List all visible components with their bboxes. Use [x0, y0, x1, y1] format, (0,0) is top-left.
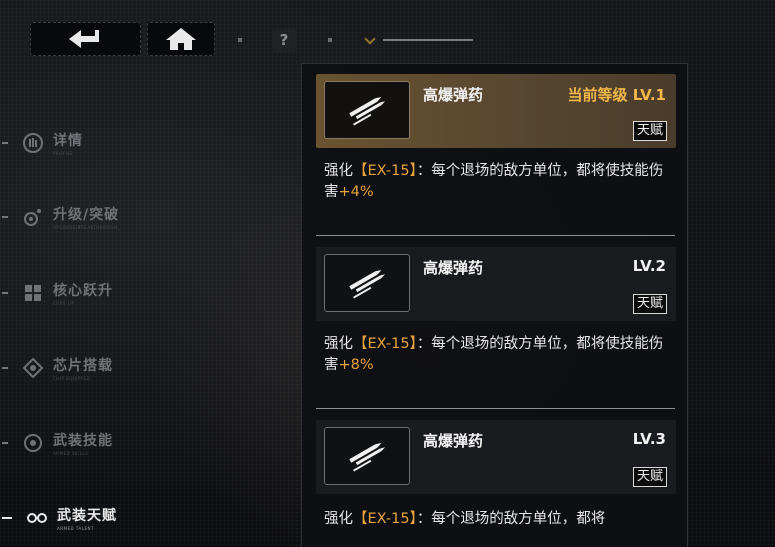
- sidebar-marker: [2, 292, 8, 294]
- talent-card-lv3[interactable]: 高爆弹药 LV.3 天赋: [316, 420, 676, 494]
- desc-highlight: 【EX-15】: [353, 511, 417, 527]
- separator-dot: [328, 38, 332, 42]
- ammo-icon: [324, 254, 410, 312]
- divider: [316, 408, 675, 409]
- talent-description: 强化【EX-15】：每个退场的敌方单位，都将使技能伤害+4%: [324, 161, 669, 203]
- chip-icon: [22, 357, 44, 379]
- sidebar-item-sublabel: CHIP EQUIPPED: [53, 376, 91, 381]
- sidebar-item-label: 升级/突破: [53, 207, 120, 223]
- talent-name: 高爆弹药: [423, 259, 484, 277]
- sidebar-item-label: 武装天赋: [57, 508, 117, 524]
- top-bar: ?: [0, 0, 775, 70]
- desc-highlight: 【EX-15】: [353, 163, 417, 179]
- talent-name: 高爆弹药: [423, 86, 484, 104]
- talent-description: 强化【EX-15】：每个退场的敌方单位，都将: [324, 509, 669, 530]
- home-icon: [166, 28, 196, 50]
- upgrade-icon: [22, 206, 44, 228]
- progress-marker: [364, 33, 376, 45]
- sidebar-item-label: 核心跃升: [53, 283, 113, 299]
- back-arrow-icon: [68, 30, 99, 48]
- sidebar-item-label: 武装技能: [53, 433, 113, 449]
- sidebar-item-label: 芯片搭载: [53, 358, 113, 374]
- ammo-icon: [324, 81, 410, 139]
- sidebar-item-sublabel: UPGRADE/BREAKTHROUGH: [53, 225, 118, 230]
- back-button[interactable]: [30, 22, 141, 56]
- sidebar-item-sublabel: PROFILE: [53, 151, 74, 156]
- talent-panel: 高爆弹药 当前等级 LV.1 天赋 强化【EX-15】：每个退场的敌方单位，都将…: [301, 63, 688, 547]
- info-icon: [22, 132, 44, 154]
- talent-description: 强化【EX-15】：每个退场的敌方单位，都将使技能伤害+8%: [324, 334, 669, 376]
- sidebar-item-label: 详情: [53, 133, 83, 149]
- desc-prefix: 强化: [324, 511, 353, 527]
- sidebar-marker: [2, 216, 8, 218]
- desc-prefix: 强化: [324, 336, 353, 352]
- talent-card-lv1[interactable]: 高爆弹药 当前等级 LV.1 天赋: [316, 74, 676, 148]
- sidebar-item-sublabel: ARMED TALENT: [57, 526, 94, 531]
- talent-level: 当前等级 LV.1: [567, 86, 666, 104]
- talent-card-lv2[interactable]: 高爆弹药 LV.2 天赋: [316, 247, 676, 321]
- sidebar-marker: [2, 517, 12, 519]
- desc-prefix: 强化: [324, 163, 353, 179]
- sidebar-item-info[interactable]: 详情 PROFILE: [0, 128, 140, 158]
- sidebar-item-chip[interactable]: 芯片搭载 CHIP EQUIPPED: [0, 353, 140, 383]
- talent-tag: 天赋: [632, 467, 667, 487]
- ammo-icon: [324, 427, 410, 485]
- desc-bonus: +4%: [338, 184, 374, 200]
- sidebar-marker: [2, 442, 8, 444]
- divider: [316, 235, 675, 236]
- core-icon: [22, 282, 44, 304]
- skill-icon: [22, 432, 44, 454]
- home-button[interactable]: [147, 22, 215, 56]
- progress-line: [383, 39, 473, 41]
- separator-dot: [238, 38, 242, 42]
- sidebar-item-sublabel: CORE UP: [53, 301, 75, 306]
- sidebar-item-upgrade[interactable]: 升级/突破 UPGRADE/BREAKTHROUGH: [0, 202, 140, 232]
- sidebar-item-sublabel: ARMED SKILLS: [53, 451, 89, 456]
- talent-tag: 天赋: [632, 121, 667, 141]
- talent-level: LV.2: [632, 257, 666, 275]
- sidebar-marker: [2, 367, 8, 369]
- desc-text: ：每个退场的敌方单位，都将: [416, 511, 606, 527]
- talent-level: LV.3: [632, 430, 666, 448]
- sidebar-item-talent[interactable]: 武装天赋 ARMED TALENT: [0, 503, 140, 533]
- help-button[interactable]: ?: [272, 28, 296, 52]
- sidebar-marker: [2, 142, 8, 144]
- desc-highlight: 【EX-15】: [353, 336, 417, 352]
- talent-tag: 天赋: [632, 294, 667, 314]
- desc-bonus: +8%: [338, 357, 374, 373]
- talent-icon: [26, 507, 48, 529]
- sidebar-item-core[interactable]: 核心跃升 CORE UP: [0, 278, 140, 308]
- sidebar-item-skill[interactable]: 武装技能 ARMED SKILLS: [0, 428, 140, 458]
- talent-name: 高爆弹药: [423, 432, 484, 450]
